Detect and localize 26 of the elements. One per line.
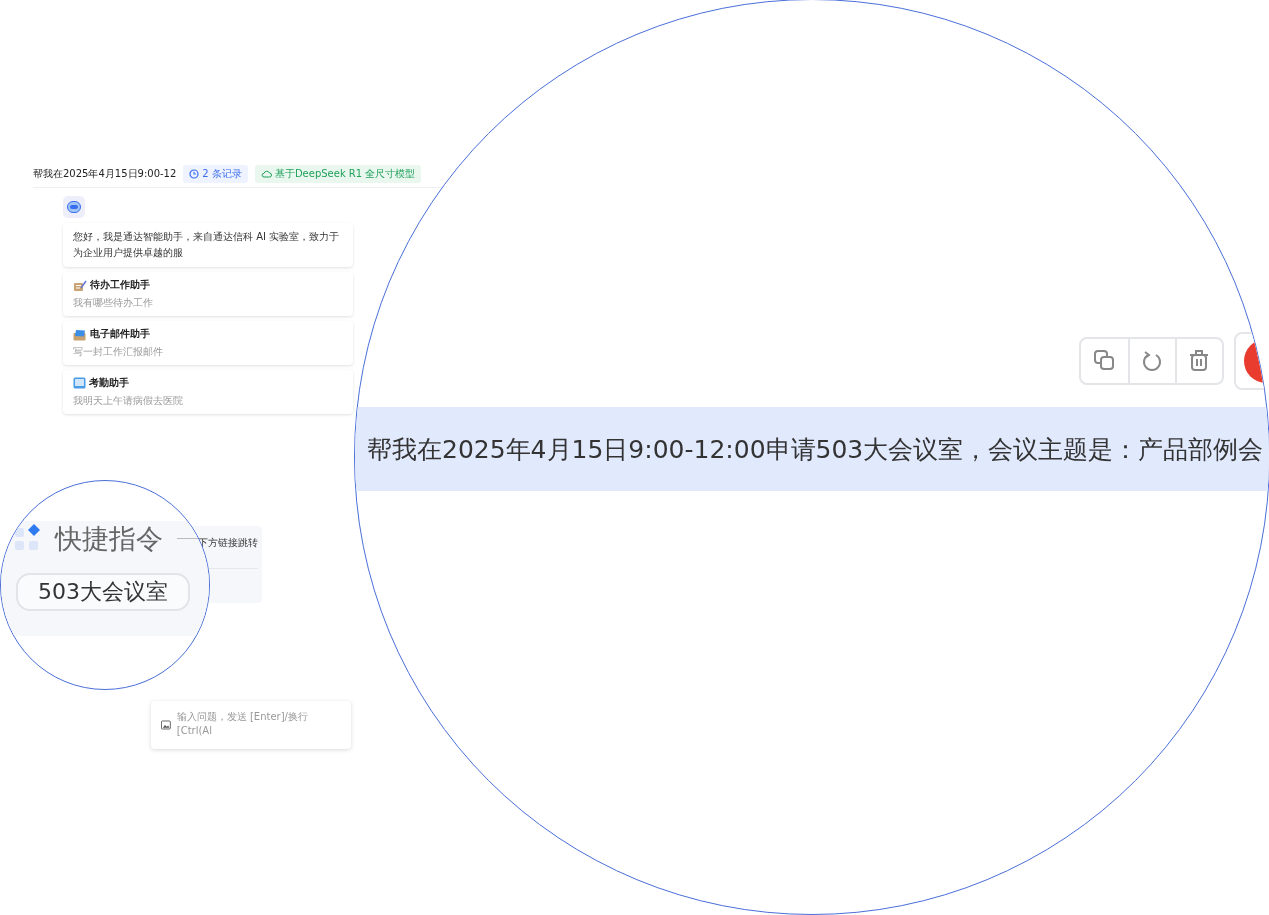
- cloud-icon: [260, 169, 272, 178]
- monitor-icon: [73, 376, 86, 390]
- records-tag: 2 条记录: [183, 164, 248, 183]
- chat-title: 帮我在2025年4月15日9:00-12: [33, 166, 177, 181]
- user-message-text: 帮我在2025年4月15日9:00-12:00申请503大会议室，会议主题是：产品部例会: [367, 433, 1264, 466]
- assistant-subtitle: 我明天上午请病假去医院: [73, 394, 184, 408]
- image-icon: [161, 720, 171, 730]
- assistant-title: 待办工作助手: [90, 278, 150, 292]
- copy-icon: [1094, 350, 1115, 372]
- command-chip[interactable]: 503大会议室: [16, 573, 190, 611]
- mail-folder-icon: [73, 327, 87, 341]
- trash-icon: [1189, 350, 1210, 372]
- refresh-icon: [1142, 350, 1163, 372]
- quick-commands-title: 快捷指令: [55, 522, 163, 556]
- assistant-subtitle: 我有哪些待办工作: [73, 296, 154, 310]
- clipboard-pencil-icon: [73, 278, 87, 292]
- robot-face-icon: [67, 201, 81, 213]
- assistant-title: 电子邮件助手: [90, 327, 150, 341]
- greeting-text: 您好，我是通达智能助手，来自通达信科 AI 实验室，致力于为企业用户提供卓越的服: [73, 230, 341, 260]
- assistant-title: 考勤助手: [89, 376, 129, 390]
- question-input[interactable]: 输入问题，发送 [Enter]/换行 [Ctrl(Al: [176, 710, 341, 740]
- model-tag: 基于DeepSeek R1 全尺寸模型: [254, 164, 422, 183]
- link-hint: 下方链接跳转: [198, 536, 258, 550]
- assistant-card[interactable]: 考勤助手 我明天上午请病假去医院: [63, 370, 353, 414]
- assistant-card[interactable]: 待办工作助手 我有哪些待办工作: [63, 272, 353, 316]
- clock-icon: [189, 168, 200, 179]
